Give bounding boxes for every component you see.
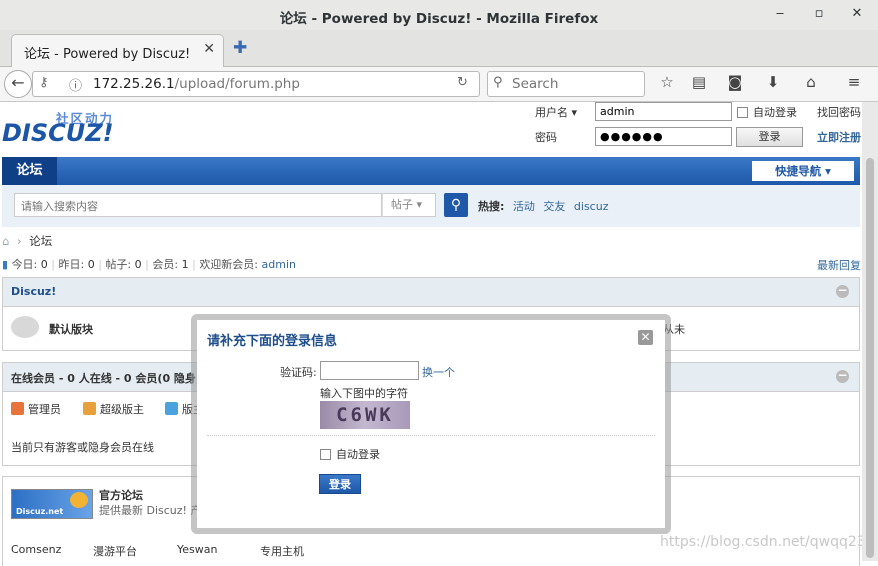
captcha-input[interactable] xyxy=(320,361,419,380)
tab-bar: 论坛 - Powered by Discuz! ✕ ✚ xyxy=(0,30,878,67)
new-tab-button[interactable]: ✚ xyxy=(233,38,247,58)
window-title: 论坛 - Powered by Discuz! - Mozilla Firefo… xyxy=(279,11,599,27)
username-label[interactable]: 用户名 ▾ xyxy=(535,104,577,120)
captcha-refresh-link[interactable]: 换一个 xyxy=(422,364,455,380)
forum-search-input[interactable] xyxy=(19,195,383,217)
discuz-net-badge[interactable]: Discuz.net xyxy=(11,489,93,519)
hot-search-label: 热搜: xyxy=(478,200,505,213)
breadcrumb-current[interactable]: 论坛 xyxy=(29,234,52,248)
modal-auto-login[interactable]: 自动登录 xyxy=(320,446,380,462)
collapse-icon[interactable]: − xyxy=(836,369,849,383)
stats-icon: ▮ xyxy=(2,258,9,271)
latest-reply-link[interactable]: 最新回复 xyxy=(817,257,861,273)
friend-link[interactable]: Yeswan xyxy=(177,543,217,556)
online-note: 当前只有游客或隐身会员在线 xyxy=(11,441,154,454)
back-button[interactable]: ← xyxy=(4,70,32,98)
auto-login-checkbox[interactable] xyxy=(737,107,748,118)
category-title[interactable]: Discuz! xyxy=(11,285,56,298)
login-button[interactable]: 登录 xyxy=(736,127,803,147)
modal-login-button[interactable]: 登录 xyxy=(319,474,361,494)
pocket-icon[interactable]: ◙ xyxy=(725,73,745,91)
official-forum-title[interactable]: 官方论坛 xyxy=(99,487,143,503)
password-label: 密码 xyxy=(535,131,557,144)
captcha-image[interactable]: C6WK xyxy=(320,401,410,429)
online-title: 在线会员 - 0 人在线 - 0 会员(0 隐身), 0 xyxy=(11,372,217,385)
tab-label: 论坛 - Powered by Discuz! xyxy=(24,47,191,62)
window-titlebar: 论坛 - Powered by Discuz! - Mozilla Firefo… xyxy=(0,0,878,31)
bookmark-star-icon[interactable]: ☆ xyxy=(657,73,677,91)
modal-divider xyxy=(207,435,655,436)
forgot-password-link[interactable]: 找回密码 xyxy=(817,104,861,120)
forum-name[interactable]: 默认版块 xyxy=(49,321,93,337)
search-icon: ⚲ xyxy=(493,75,503,90)
scrollbar-thumb[interactable] xyxy=(866,158,874,558)
site-logo[interactable]: DISCUZ! xyxy=(2,119,114,147)
forum-stats: ▮ 今日: 0 | 昨日: 0 | 帖子: 0 | 会员: 1 | 欢迎新会员:… xyxy=(2,258,296,271)
auto-login-option[interactable]: 自动登录 xyxy=(737,104,797,120)
url-bar[interactable]: ⚷ ⓘ 172.25.26.1/upload/forum.php ↻ xyxy=(32,71,480,97)
forum-bubble-icon xyxy=(11,316,39,338)
hot-search-link[interactable]: 活动 xyxy=(513,200,535,213)
close-tab-icon[interactable]: ✕ xyxy=(203,41,215,57)
hot-search-link[interactable]: discuz xyxy=(574,200,609,213)
search-bar: 帖子 ▾ ⚲ 热搜: 活动 交友 discuz xyxy=(2,185,860,227)
home-icon[interactable]: ⌂ xyxy=(801,73,821,91)
url-text: 172.25.26.1/upload/forum.php xyxy=(93,76,300,92)
friend-link[interactable]: 专用主机 xyxy=(260,543,304,559)
modal-title: 请补充下面的登录信息 xyxy=(207,334,338,349)
navigation-toolbar: ← ⚷ ⓘ 172.25.26.1/upload/forum.php ↻ ⚲ ☆… xyxy=(0,67,878,102)
nav-item-forum[interactable]: 论坛 xyxy=(2,157,57,185)
reload-icon[interactable]: ↻ xyxy=(457,75,468,90)
browser-search-input[interactable] xyxy=(510,75,642,93)
info-icon[interactable]: ⓘ xyxy=(69,75,82,94)
register-link[interactable]: 立即注册 xyxy=(817,129,861,145)
search-type-select[interactable]: 帖子 ▾ xyxy=(382,193,436,217)
key-icon: ⚷ xyxy=(39,75,49,90)
main-nav: 论坛 快捷导航 ▾ xyxy=(2,157,860,185)
legend-admin: 管理员 xyxy=(11,401,61,417)
friend-link[interactable]: 漫游平台 xyxy=(93,543,137,559)
hot-search-link[interactable]: 交友 xyxy=(543,200,565,213)
captcha-hint: 输入下图中的字符 xyxy=(320,387,408,400)
downloads-icon[interactable]: ⬇ xyxy=(763,73,783,91)
watermark: https://blog.csdn.net/qwqq233 xyxy=(660,534,875,550)
search-button[interactable]: ⚲ xyxy=(444,193,468,217)
browser-tab[interactable]: 论坛 - Powered by Discuz! ✕ xyxy=(11,34,224,67)
newest-member-link[interactable]: admin xyxy=(262,258,296,271)
captcha-label: 验证码: xyxy=(280,366,317,379)
browser-search-box[interactable]: ⚲ xyxy=(487,71,645,97)
friend-link[interactable]: Comsenz xyxy=(11,543,61,556)
menu-icon[interactable]: ≡ xyxy=(844,73,864,91)
page-scrollbar[interactable] xyxy=(862,102,878,561)
quick-nav-button[interactable]: 快捷导航 ▾ xyxy=(752,161,854,181)
modal-auto-login-checkbox[interactable] xyxy=(320,449,331,460)
reading-list-icon[interactable]: ▤ xyxy=(689,73,709,91)
hot-searches: 热搜: 活动 交友 discuz xyxy=(478,198,608,214)
collapse-icon[interactable]: − xyxy=(836,284,849,298)
home-icon[interactable]: ⌂ xyxy=(2,234,9,248)
minimize-button[interactable]: ‒ xyxy=(772,6,788,22)
close-icon[interactable]: ✕ xyxy=(638,330,653,345)
close-window-button[interactable]: ✕ xyxy=(849,6,865,22)
password-field[interactable] xyxy=(595,127,732,146)
maximize-button[interactable]: ▫ xyxy=(811,6,827,22)
login-modal: 请补充下面的登录信息 ✕ 验证码: 换一个 输入下图中的字符 C6WK 自动登录… xyxy=(197,320,665,528)
category-header: Discuz! − xyxy=(3,278,859,307)
breadcrumb: ⌂ › 论坛 xyxy=(2,234,53,248)
forum-search-box[interactable] xyxy=(14,193,383,217)
username-field[interactable] xyxy=(595,102,732,121)
legend-super-mod: 超级版主 xyxy=(83,401,144,417)
